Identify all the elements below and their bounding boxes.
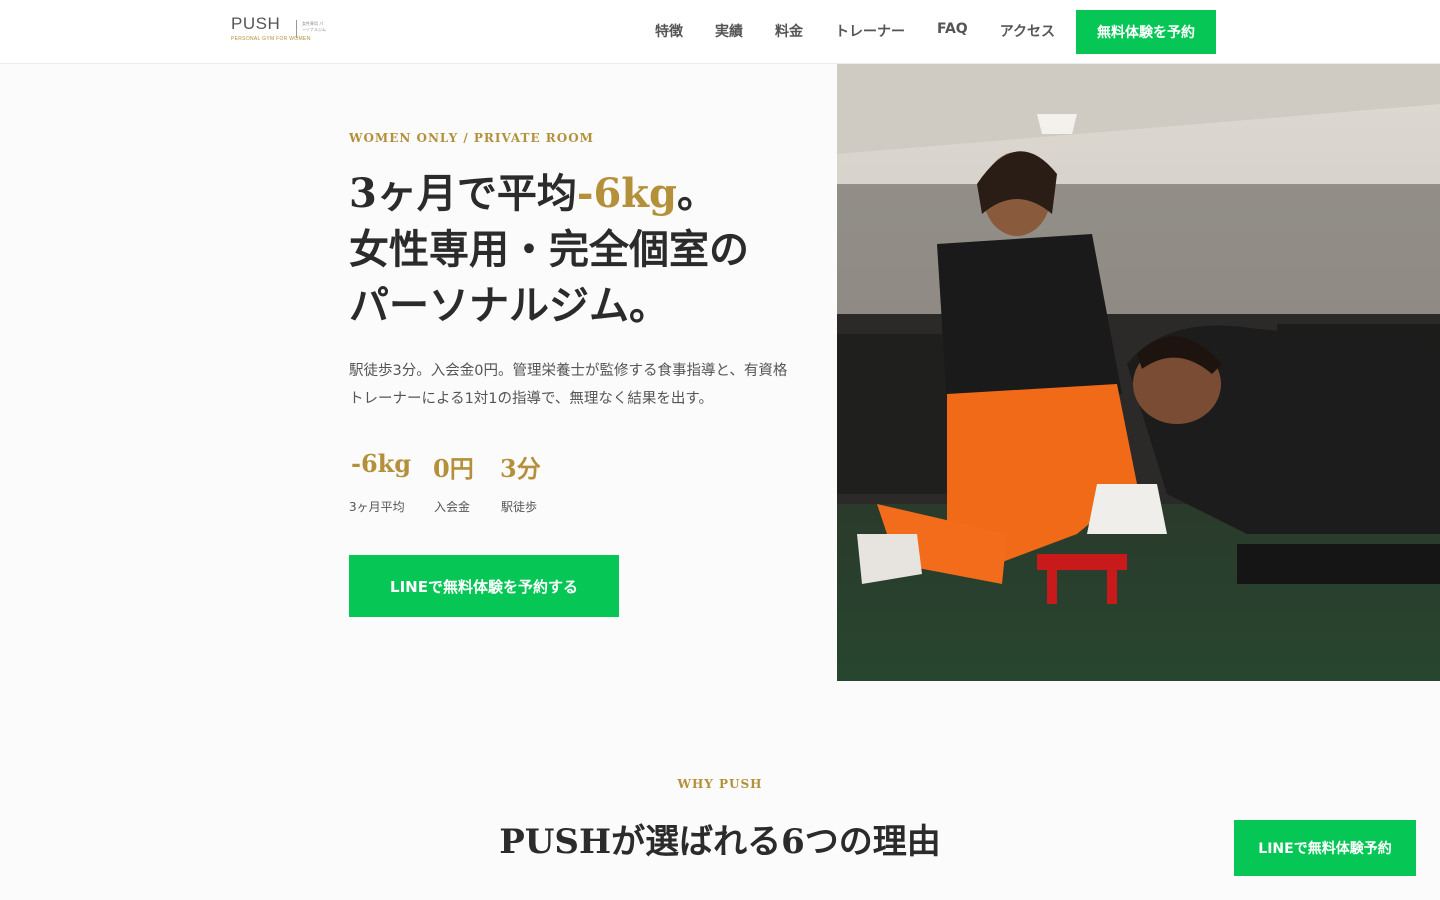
stat-weight: -6kg 3ヶ月平均: [349, 449, 412, 514]
nav-item-results[interactable]: 実績: [715, 21, 743, 41]
hero-photo-illustration: [837, 64, 1440, 681]
stat-label: 入会金: [434, 500, 471, 514]
nav-item-access[interactable]: アクセス: [1000, 21, 1055, 41]
brand-mark-text: 女性専用 パーソナルジム: [302, 21, 326, 32]
hero-description: 駅徒歩3分。入会金0円。管理栄養士が監修する食事指導と、有資格トレーナーによる1…: [349, 363, 788, 407]
hero-headline: 3ヶ月で平均-6kg。 女性専用・完全個室の パーソナルジム。: [349, 166, 749, 334]
stat-label: 3ヶ月平均: [349, 500, 405, 514]
stat-fee: 0円 入会金: [433, 449, 474, 514]
main-nav: 特徴 実績 料金 トレーナー FAQ アクセス: [655, 21, 1087, 41]
why-title: PUSHが選ばれる6つの理由: [499, 822, 941, 862]
headline-accent: -6kg: [576, 170, 677, 217]
nav-item-faq[interactable]: FAQ: [937, 21, 968, 41]
brand-logo[interactable]: PUSH PERSONAL GYM FOR WOMEN 女性専用 パーソナルジム: [231, 14, 326, 42]
headline-part2: 。: [676, 170, 717, 217]
hero-eyebrow: WOMEN ONLY / PRIVATE ROOM: [349, 131, 594, 145]
floating-line-button[interactable]: LINEで無料体験予約: [1234, 820, 1416, 876]
stat-value: 3分: [500, 454, 541, 483]
headline-line3: パーソナルジム。: [349, 282, 669, 329]
brand-name: PUSH: [231, 14, 281, 33]
stat-value: -6kg: [351, 449, 412, 478]
why-eyebrow: WHY PUSH: [677, 777, 763, 791]
stat-label: 駅徒歩: [501, 500, 538, 514]
line-trial-button[interactable]: LINEで無料体験を予約する: [349, 555, 619, 617]
headline-part1: 3ヶ月で平均: [349, 170, 577, 217]
headline-line2: 女性専用・完全個室の: [349, 226, 749, 273]
hero-photo: [837, 64, 1440, 681]
nav-item-pricing[interactable]: 料金: [775, 21, 803, 41]
header-trial-button[interactable]: 無料体験を予約: [1076, 10, 1216, 54]
stat-value: 0円: [433, 454, 474, 483]
logo-divider: [296, 20, 297, 38]
stat-station: 3分 駅徒歩: [500, 449, 541, 514]
brand-tagline: PERSONAL GYM FOR WOMEN: [231, 36, 311, 42]
site-header: PUSH PERSONAL GYM FOR WOMEN 女性専用 パーソナルジム…: [0, 0, 1440, 64]
nav-item-features[interactable]: 特徴: [655, 21, 683, 41]
nav-item-trainer[interactable]: トレーナー: [835, 21, 905, 41]
